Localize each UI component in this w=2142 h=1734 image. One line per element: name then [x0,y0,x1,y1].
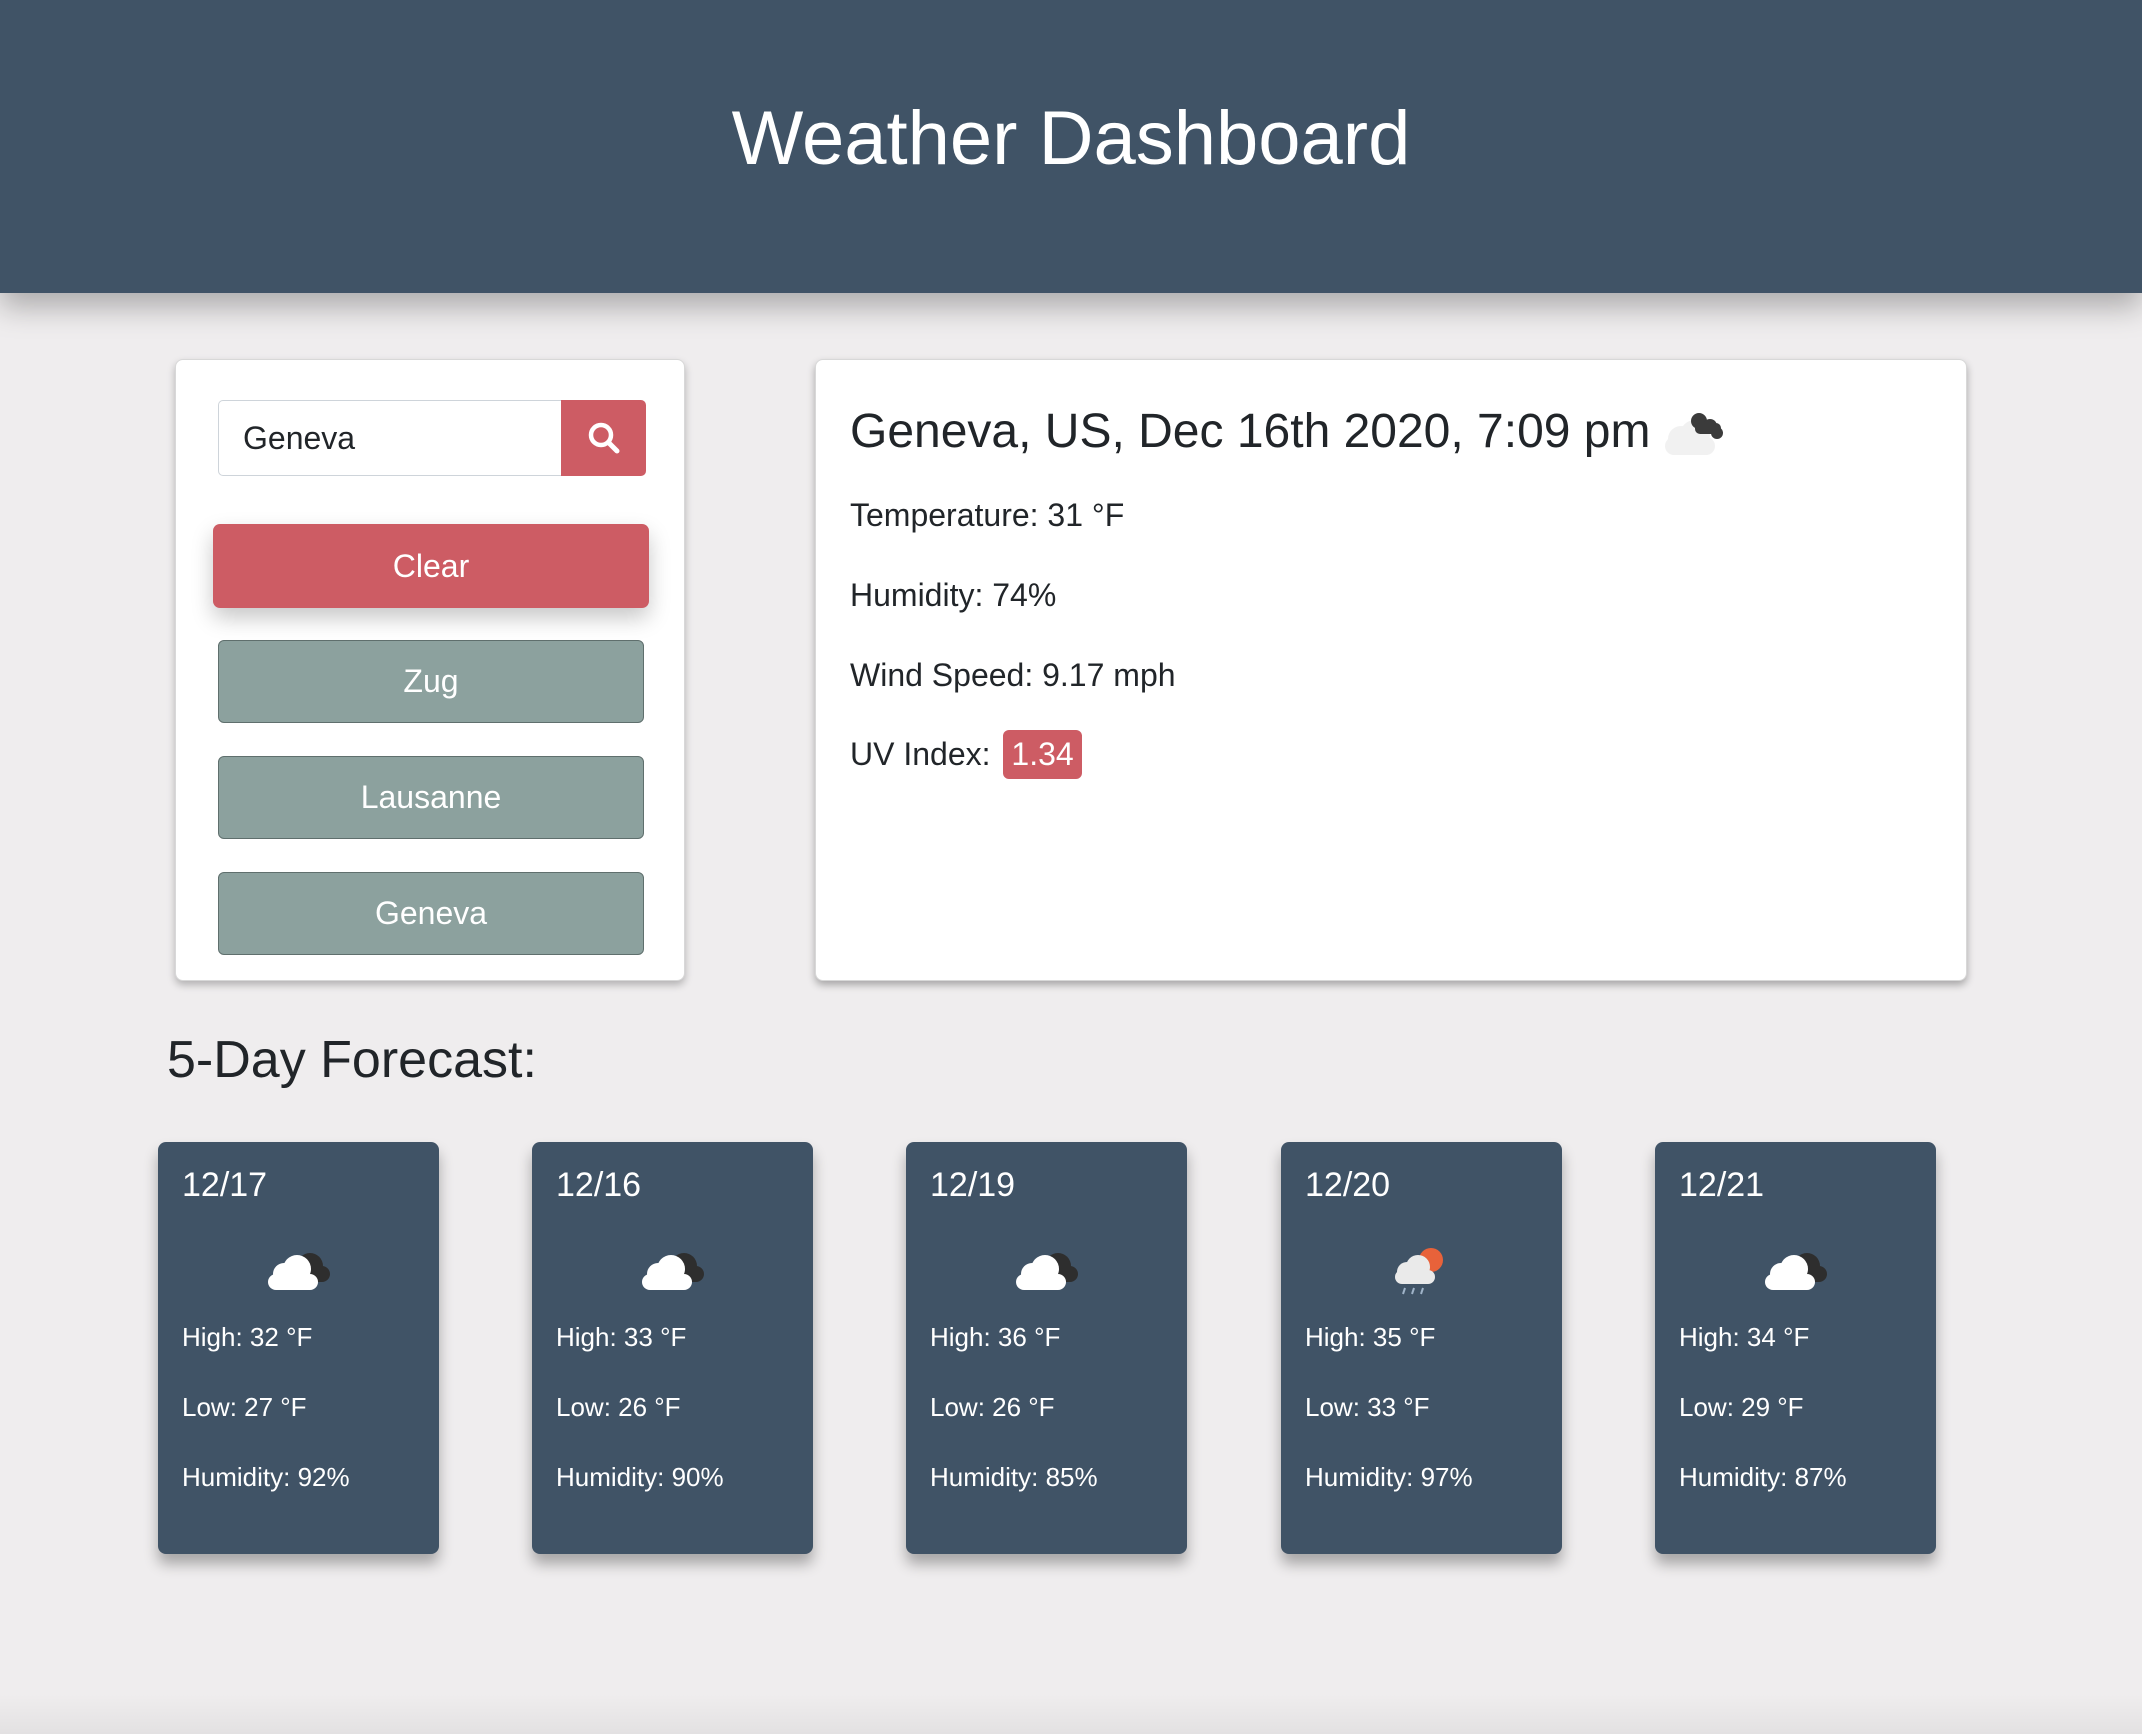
forecast-date: 12/21 [1679,1166,1765,1204]
uv-index-badge: 1.34 [1003,730,1082,779]
broken-clouds-icon [1016,1253,1078,1290]
forecast-card: 12/16 High: 33 °F Low: 26 °F Humidity: 9… [532,1142,813,1554]
forecast-card: 12/19 High: 36 °F Low: 26 °F Humidity: 8… [906,1142,1187,1554]
history-button-zug[interactable]: Zug [218,640,644,723]
current-weather-card: Geneva, US, Dec 16th 2020, 7:09 pm Tempe… [815,359,1967,981]
city-search-input[interactable] [218,400,561,476]
current-wind-speed: Wind Speed: 9.17 mph [850,657,1176,693]
forecast-low: Low: 26 °F [556,1392,681,1422]
forecast-low: Low: 33 °F [1305,1392,1430,1422]
forecast-high: High: 32 °F [182,1322,313,1352]
history-button-geneva[interactable]: Geneva [218,872,644,955]
search-button[interactable] [561,400,646,476]
current-city-title: Geneva, US, Dec 16th 2020, 7:09 pm [850,405,1651,458]
rain-sun-icon [1395,1248,1443,1295]
search-icon [588,422,619,454]
history-button-lausanne[interactable]: Lausanne [218,756,644,839]
forecast-humidity: Humidity: 87% [1679,1462,1847,1492]
current-temperature: Temperature: 31 °F [850,497,1125,533]
broken-clouds-icon [268,1253,330,1290]
forecast-low: Low: 26 °F [930,1392,1055,1422]
forecast-date: 12/20 [1305,1166,1391,1204]
forecast-low: Low: 29 °F [1679,1392,1804,1422]
forecast-heading: 5-Day Forecast: [167,1031,537,1089]
page-title: Weather Dashboard [731,96,1411,181]
broken-clouds-icon [1765,1253,1827,1290]
page-header: Weather Dashboard [0,0,2142,293]
forecast-card: 12/20 High: 35 °F Low: 33 °F Humidity: 9… [1281,1142,1562,1554]
forecast-humidity: Humidity: 92% [182,1462,350,1492]
forecast-high: High: 36 °F [930,1322,1061,1352]
forecast-high: High: 33 °F [556,1322,687,1352]
forecast-humidity: Humidity: 97% [1305,1462,1473,1492]
clear-history-button[interactable]: Clear [213,524,649,608]
page-bottom-shade [0,1694,2142,1734]
forecast-humidity: Humidity: 90% [556,1462,724,1492]
forecast-low: Low: 27 °F [182,1392,307,1422]
forecast-date: 12/19 [930,1166,1016,1204]
forecast-date: 12/16 [556,1166,642,1204]
forecast-card: 12/21 High: 34 °F Low: 29 °F Humidity: 8… [1655,1142,1936,1554]
search-bar [218,400,646,476]
current-uv-row: UV Index: 1.34 [850,730,1082,781]
cloudy-night-icon [1665,413,1723,455]
forecast-high: High: 35 °F [1305,1322,1436,1352]
current-humidity: Humidity: 74% [850,577,1057,613]
forecast-high: High: 34 °F [1679,1322,1810,1352]
broken-clouds-icon [642,1253,704,1290]
search-panel: Clear Zug Lausanne Geneva [175,359,685,981]
forecast-humidity: Humidity: 85% [930,1462,1098,1492]
uv-label: UV Index: [850,735,991,772]
forecast-date: 12/17 [182,1166,268,1204]
forecast-card: 12/17 High: 32 °F Low: 27 °F Humidity: 9… [158,1142,439,1554]
